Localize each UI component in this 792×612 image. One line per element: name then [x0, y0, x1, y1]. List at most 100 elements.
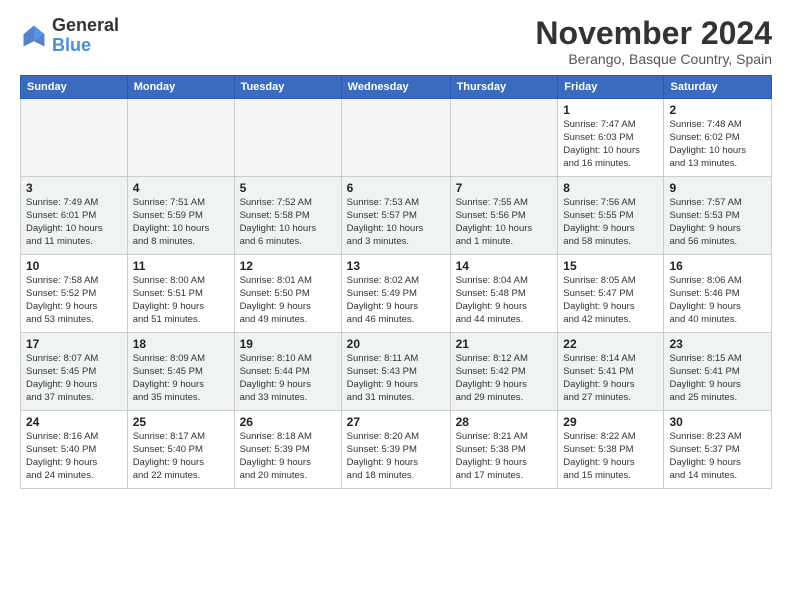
day-number: 18 — [133, 337, 229, 351]
table-row: 13 Sunrise: 8:02 AM Sunset: 5:49 PM Dayli… — [341, 255, 450, 333]
page: General Blue November 2024 Berango, Basq… — [0, 0, 792, 499]
day-number: 4 — [133, 181, 229, 195]
day-number: 30 — [669, 415, 766, 429]
day-number: 23 — [669, 337, 766, 351]
day-number: 13 — [347, 259, 445, 273]
day-info: Sunrise: 8:09 AM Sunset: 5:45 PM Dayligh… — [133, 353, 229, 404]
table-row: 16Sunrise: 8:06 AM Sunset: 5:46 PM Dayli… — [664, 255, 772, 333]
day-number: 27 — [347, 415, 445, 429]
logo-icon — [20, 22, 48, 50]
day-number: 1 — [563, 103, 658, 117]
day-number: 26 — [240, 415, 336, 429]
table-row: 19Sunrise: 8:10 AM Sunset: 5:44 PM Dayli… — [234, 333, 341, 411]
table-row: 27 Sunrise: 8:20 AM Sunset: 5:39 PM Dayli… — [341, 411, 450, 489]
table-row — [450, 99, 558, 177]
table-row: 15Sunrise: 8:05 AM Sunset: 5:47 PM Dayli… — [558, 255, 664, 333]
header-monday: Monday — [127, 76, 234, 99]
day-info: Sunrise: 7:49 AM Sunset: 6:01 PM Dayligh… — [26, 197, 122, 248]
day-number: 20 — [347, 337, 445, 351]
day-info: Sunrise: 8:11 AM Sunset: 5:43 PM Dayligh… — [347, 353, 445, 404]
table-row: 25 Sunrise: 8:17 AM Sunset: 5:40 PM Dayli… — [127, 411, 234, 489]
day-info: Sunrise: 8:05 AM Sunset: 5:47 PM Dayligh… — [563, 275, 658, 326]
day-info: Sunrise: 8:04 AM Sunset: 5:48 PM Dayligh… — [456, 275, 553, 326]
table-row: 2Sunrise: 7:48 AM Sunset: 6:02 PM Daylig… — [664, 99, 772, 177]
day-number: 11 — [133, 259, 229, 273]
day-info: Sunrise: 7:55 AM Sunset: 5:56 PM Dayligh… — [456, 197, 553, 248]
day-info: Sunrise: 7:48 AM Sunset: 6:02 PM Dayligh… — [669, 119, 766, 170]
logo-text: General Blue — [52, 16, 119, 56]
table-row: 21 Sunrise: 8:12 AM Sunset: 5:42 PM Dayli… — [450, 333, 558, 411]
table-row: 1 Sunrise: 7:47 AM Sunset: 6:03 PM Daylig… — [558, 99, 664, 177]
calendar-header-row: Sunday Monday Tuesday Wednesday Thursday… — [21, 76, 772, 99]
table-row: 9 Sunrise: 7:57 AM Sunset: 5:53 PM Daylig… — [664, 177, 772, 255]
day-number: 29 — [563, 415, 658, 429]
header-thursday: Thursday — [450, 76, 558, 99]
day-number: 21 — [456, 337, 553, 351]
day-number: 7 — [456, 181, 553, 195]
day-info: Sunrise: 8:00 AM Sunset: 5:51 PM Dayligh… — [133, 275, 229, 326]
table-row: 6Sunrise: 7:53 AM Sunset: 5:57 PM Daylig… — [341, 177, 450, 255]
day-info: Sunrise: 7:51 AM Sunset: 5:59 PM Dayligh… — [133, 197, 229, 248]
day-info: Sunrise: 7:58 AM Sunset: 5:52 PM Dayligh… — [26, 275, 122, 326]
day-info: Sunrise: 7:52 AM Sunset: 5:58 PM Dayligh… — [240, 197, 336, 248]
day-info: Sunrise: 8:07 AM Sunset: 5:45 PM Dayligh… — [26, 353, 122, 404]
table-row: 18 Sunrise: 8:09 AM Sunset: 5:45 PM Dayli… — [127, 333, 234, 411]
table-row: 26 Sunrise: 8:18 AM Sunset: 5:39 PM Dayli… — [234, 411, 341, 489]
table-row: 20 Sunrise: 8:11 AM Sunset: 5:43 PM Dayli… — [341, 333, 450, 411]
day-info: Sunrise: 8:23 AM Sunset: 5:37 PM Dayligh… — [669, 431, 766, 482]
day-number: 17 — [26, 337, 122, 351]
table-row: 23 Sunrise: 8:15 AM Sunset: 5:41 PM Dayli… — [664, 333, 772, 411]
day-info: Sunrise: 8:15 AM Sunset: 5:41 PM Dayligh… — [669, 353, 766, 404]
day-number: 24 — [26, 415, 122, 429]
day-info: Sunrise: 8:21 AM Sunset: 5:38 PM Dayligh… — [456, 431, 553, 482]
day-info: Sunrise: 8:02 AM Sunset: 5:49 PM Dayligh… — [347, 275, 445, 326]
day-number: 5 — [240, 181, 336, 195]
day-number: 6 — [347, 181, 445, 195]
table-row: 28 Sunrise: 8:21 AM Sunset: 5:38 PM Dayli… — [450, 411, 558, 489]
day-number: 14 — [456, 259, 553, 273]
day-number: 10 — [26, 259, 122, 273]
day-info: Sunrise: 7:57 AM Sunset: 5:53 PM Dayligh… — [669, 197, 766, 248]
table-row: 5 Sunrise: 7:52 AM Sunset: 5:58 PM Daylig… — [234, 177, 341, 255]
header-tuesday: Tuesday — [234, 76, 341, 99]
table-row: 10 Sunrise: 7:58 AM Sunset: 5:52 PM Dayli… — [21, 255, 128, 333]
day-info: Sunrise: 8:14 AM Sunset: 5:41 PM Dayligh… — [563, 353, 658, 404]
day-number: 22 — [563, 337, 658, 351]
day-info: Sunrise: 8:20 AM Sunset: 5:39 PM Dayligh… — [347, 431, 445, 482]
table-row: 22 Sunrise: 8:14 AM Sunset: 5:41 PM Dayli… — [558, 333, 664, 411]
day-info: Sunrise: 8:17 AM Sunset: 5:40 PM Dayligh… — [133, 431, 229, 482]
logo: General Blue — [20, 16, 119, 56]
day-info: Sunrise: 8:12 AM Sunset: 5:42 PM Dayligh… — [456, 353, 553, 404]
table-row — [341, 99, 450, 177]
logo-line1: General — [52, 16, 119, 36]
table-row: 29Sunrise: 8:22 AM Sunset: 5:38 PM Dayli… — [558, 411, 664, 489]
table-row: 17 Sunrise: 8:07 AM Sunset: 5:45 PM Dayli… — [21, 333, 128, 411]
header: General Blue November 2024 Berango, Basq… — [20, 16, 772, 67]
header-friday: Friday — [558, 76, 664, 99]
calendar-week-row: 10 Sunrise: 7:58 AM Sunset: 5:52 PM Dayli… — [21, 255, 772, 333]
day-number: 12 — [240, 259, 336, 273]
calendar-week-row: 17 Sunrise: 8:07 AM Sunset: 5:45 PM Dayli… — [21, 333, 772, 411]
day-info: Sunrise: 7:47 AM Sunset: 6:03 PM Dayligh… — [563, 119, 658, 170]
calendar-week-row: 1 Sunrise: 7:47 AM Sunset: 6:03 PM Daylig… — [21, 99, 772, 177]
table-row: 7 Sunrise: 7:55 AM Sunset: 5:56 PM Daylig… — [450, 177, 558, 255]
header-sunday: Sunday — [21, 76, 128, 99]
table-row — [21, 99, 128, 177]
day-info: Sunrise: 8:18 AM Sunset: 5:39 PM Dayligh… — [240, 431, 336, 482]
day-info: Sunrise: 8:10 AM Sunset: 5:44 PM Dayligh… — [240, 353, 336, 404]
month-title: November 2024 — [535, 16, 772, 51]
title-area: November 2024 Berango, Basque Country, S… — [535, 16, 772, 67]
day-number: 25 — [133, 415, 229, 429]
table-row — [234, 99, 341, 177]
day-number: 9 — [669, 181, 766, 195]
logo-line2: Blue — [52, 36, 119, 56]
day-info: Sunrise: 7:56 AM Sunset: 5:55 PM Dayligh… — [563, 197, 658, 248]
table-row: 3Sunrise: 7:49 AM Sunset: 6:01 PM Daylig… — [21, 177, 128, 255]
table-row: 4 Sunrise: 7:51 AM Sunset: 5:59 PM Daylig… — [127, 177, 234, 255]
table-row: 8Sunrise: 7:56 AM Sunset: 5:55 PM Daylig… — [558, 177, 664, 255]
day-number: 28 — [456, 415, 553, 429]
calendar: Sunday Monday Tuesday Wednesday Thursday… — [20, 75, 772, 489]
header-saturday: Saturday — [664, 76, 772, 99]
table-row: 11 Sunrise: 8:00 AM Sunset: 5:51 PM Dayli… — [127, 255, 234, 333]
table-row: 30 Sunrise: 8:23 AM Sunset: 5:37 PM Dayli… — [664, 411, 772, 489]
